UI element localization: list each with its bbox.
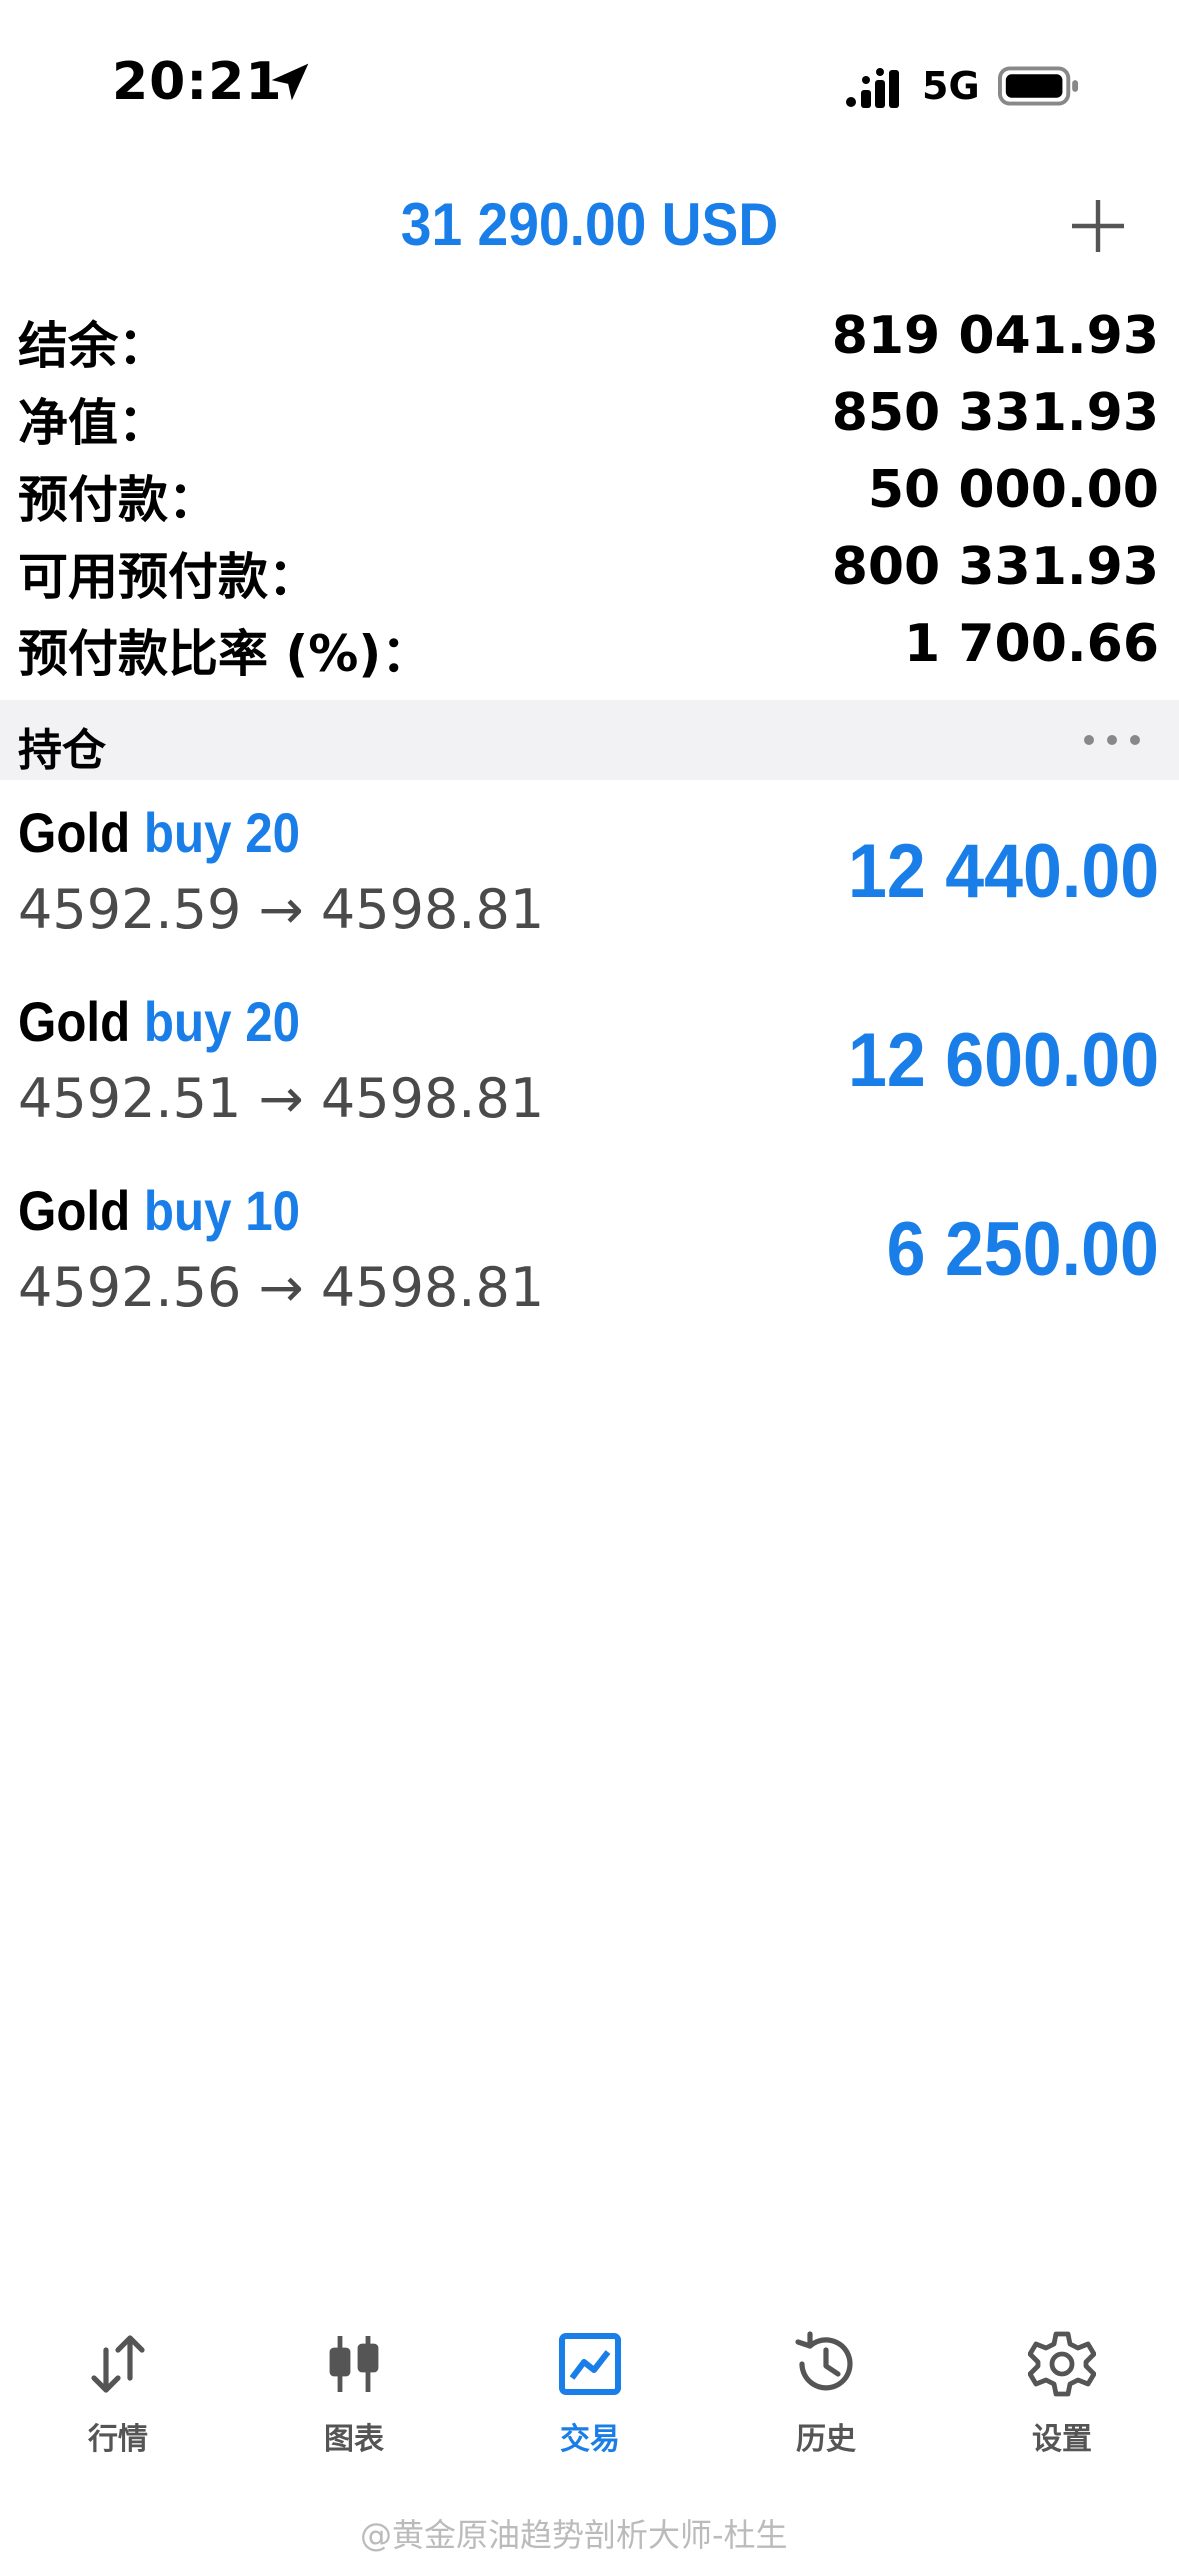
account-row-equity: 净值： 850 331.93 bbox=[0, 383, 1179, 459]
watermark: @黄金原油趋势剖析大师-杜生 bbox=[360, 2516, 788, 2554]
account-row-margin: 预付款： 50 000.00 bbox=[0, 460, 1179, 536]
tab-label: 图表 bbox=[324, 2422, 384, 2457]
position-row[interactable]: Gold buy 10 4592.56 → 4598.81 6 250.00 bbox=[0, 1178, 1179, 1366]
section-title: 持仓 bbox=[18, 725, 106, 776]
position-side: buy 20 bbox=[143, 801, 301, 864]
tab-history[interactable]: 历史 bbox=[708, 2310, 944, 2460]
tab-label: 设置 bbox=[1032, 2422, 1092, 2457]
gear-icon bbox=[1028, 2331, 1096, 2397]
position-symbol: Gold buy 20 bbox=[18, 989, 300, 1054]
position-profit: 12 600.00 bbox=[847, 1018, 1159, 1103]
position-row[interactable]: Gold buy 20 4592.51 → 4598.81 12 600.00 bbox=[0, 989, 1179, 1177]
account-label: 预付款比率 (%)： bbox=[18, 625, 432, 683]
tab-label: 历史 bbox=[796, 2422, 856, 2457]
tab-label: 行情 bbox=[88, 2422, 148, 2457]
position-prices: 4592.51 → 4598.81 bbox=[18, 1067, 545, 1130]
position-side: buy 10 bbox=[143, 1179, 301, 1242]
position-profit: 6 250.00 bbox=[886, 1207, 1159, 1292]
account-row-balance: 结余： 819 041.93 bbox=[0, 306, 1179, 382]
position-prices: 4592.59 → 4598.81 bbox=[18, 878, 545, 941]
account-label: 预付款： bbox=[18, 471, 218, 529]
account-value: 850 331.93 bbox=[831, 383, 1159, 443]
quotes-arrows-icon bbox=[91, 2335, 145, 2393]
account-row-free-margin: 可用预付款： 800 331.93 bbox=[0, 537, 1179, 613]
history-clock-icon bbox=[795, 2331, 853, 2391]
balance-title: 31 290.00 USD bbox=[400, 191, 779, 258]
battery-icon bbox=[998, 66, 1079, 106]
account-value: 800 331.93 bbox=[831, 537, 1159, 597]
positions-section-header: 持仓 bbox=[0, 700, 1179, 780]
trade-chart-icon bbox=[559, 2333, 621, 2395]
symbol-name: Gold bbox=[18, 1179, 131, 1242]
signal-bars-icon bbox=[846, 68, 899, 108]
tab-bar: 行情 图表 交易 历史 设置 bbox=[0, 2310, 1179, 2460]
network-type: 5G bbox=[922, 64, 980, 108]
position-symbol: Gold buy 20 bbox=[18, 800, 300, 865]
position-row[interactable]: Gold buy 20 4592.59 → 4598.81 12 440.00 bbox=[0, 800, 1179, 988]
tab-charts[interactable]: 图表 bbox=[236, 2310, 472, 2460]
location-arrow-icon bbox=[271, 63, 309, 101]
account-value: 50 000.00 bbox=[867, 460, 1159, 520]
add-order-button[interactable] bbox=[1068, 196, 1128, 256]
more-options-icon[interactable] bbox=[1079, 730, 1145, 750]
tab-quotes[interactable]: 行情 bbox=[0, 2310, 236, 2460]
tab-settings[interactable]: 设置 bbox=[944, 2310, 1179, 2460]
position-prices: 4592.56 → 4598.81 bbox=[18, 1256, 545, 1319]
position-symbol: Gold buy 10 bbox=[18, 1178, 300, 1243]
candlestick-chart-icon bbox=[329, 2336, 379, 2392]
symbol-name: Gold bbox=[18, 990, 131, 1053]
status-time: 20:21 bbox=[112, 52, 283, 112]
position-side: buy 20 bbox=[143, 990, 301, 1053]
account-value: 819 041.93 bbox=[831, 306, 1159, 366]
position-profit: 12 440.00 bbox=[847, 829, 1159, 914]
tab-trade[interactable]: 交易 bbox=[472, 2310, 708, 2460]
status-bar: 20:21 5G bbox=[0, 0, 1179, 160]
account-label: 可用预付款： bbox=[18, 548, 318, 606]
tab-label: 交易 bbox=[560, 2422, 620, 2457]
account-label: 结余： bbox=[18, 317, 168, 375]
symbol-name: Gold bbox=[18, 801, 131, 864]
account-value: 1 700.66 bbox=[904, 614, 1159, 674]
account-label: 净值： bbox=[18, 394, 168, 452]
account-row-margin-level: 预付款比率 (%)： 1 700.66 bbox=[0, 614, 1179, 690]
